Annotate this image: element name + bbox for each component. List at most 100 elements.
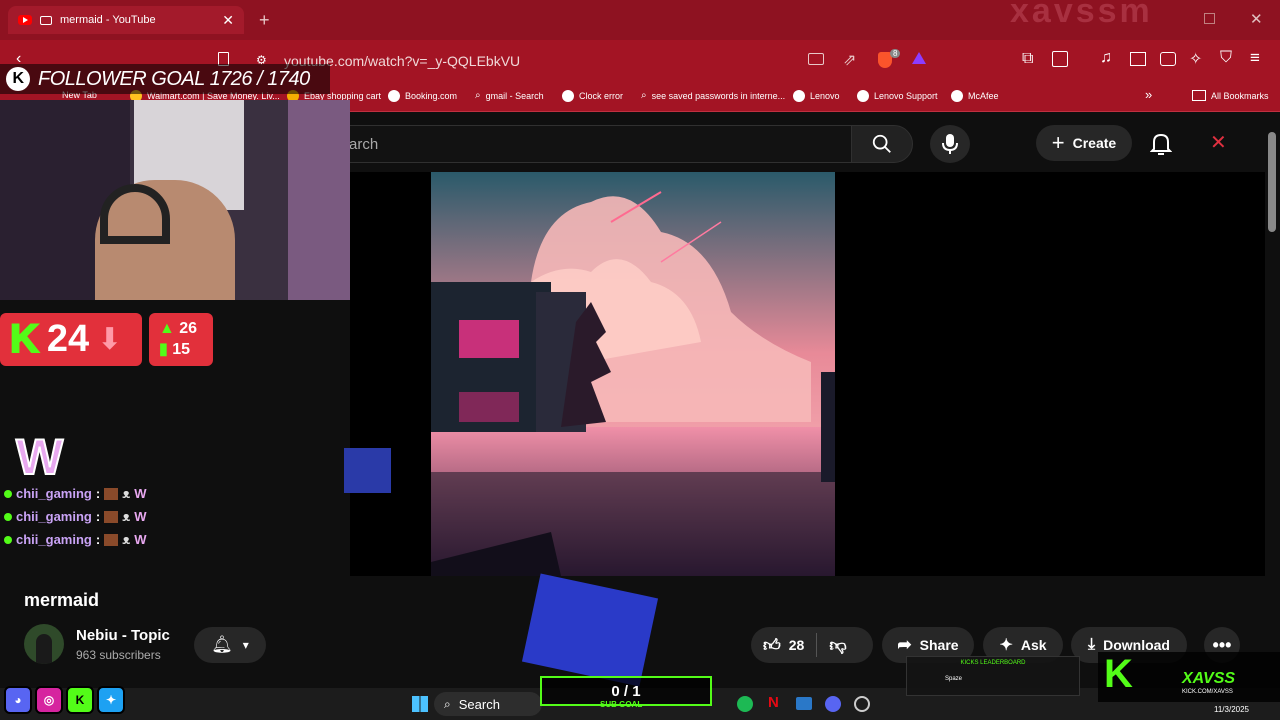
kick-logo-icon: K bbox=[6, 67, 30, 91]
sidebar-icon[interactable] bbox=[1130, 52, 1146, 66]
like-count: 28 bbox=[788, 637, 805, 653]
bookmark-item[interactable]: McAfee bbox=[951, 90, 999, 102]
sub-goal-label: SUB GOAL bbox=[600, 700, 643, 709]
search-icon: ⌕ bbox=[641, 90, 647, 101]
extensions-icon[interactable]: ⧉ bbox=[1022, 50, 1033, 68]
bookmark-item[interactable]: ⌕ see saved passwords in interne... bbox=[641, 90, 785, 101]
leaderboard-title: KICKS LEADERBOARD bbox=[960, 660, 1026, 666]
search-icon bbox=[872, 134, 891, 153]
globe-icon bbox=[562, 90, 574, 102]
obs-icon[interactable] bbox=[854, 696, 870, 712]
share-label: Share bbox=[919, 637, 959, 653]
globe-icon bbox=[388, 90, 400, 102]
bookmark-item[interactable]: ⌕ gmail - Search bbox=[475, 90, 544, 101]
close-tab-icon[interactable]: ✕ bbox=[222, 12, 234, 29]
window-watermark: xavssm bbox=[1010, 0, 1153, 30]
photos-icon[interactable] bbox=[796, 697, 812, 710]
voice-search-button[interactable] bbox=[930, 125, 970, 163]
taskbar-search[interactable]: ⌕ Search bbox=[434, 692, 542, 716]
ask-label: Ask bbox=[1020, 637, 1047, 653]
restore-window-icon[interactable] bbox=[1204, 13, 1215, 24]
follower-goal-text: FOLLOWER GOAL 1726 / 1740 bbox=[38, 67, 310, 90]
leaderboard-row: Spaze bbox=[945, 676, 963, 682]
close-window-icon[interactable]: ✕ bbox=[1250, 10, 1263, 28]
stat-up: 26 bbox=[179, 320, 198, 337]
chevron-down-icon: ▾ bbox=[242, 638, 249, 652]
globe-icon bbox=[857, 90, 869, 102]
like-button[interactable]: 👍︎ 28 👎︎ bbox=[751, 627, 873, 663]
bookmark-item[interactable]: Booking.com bbox=[388, 90, 457, 102]
taskbar-search-label: Search bbox=[458, 696, 500, 712]
emote-icon bbox=[104, 487, 119, 500]
browser-tab[interactable]: mermaid - YouTube ✕ bbox=[8, 6, 244, 34]
subscription-bell-button[interactable]: 🔔︎ ▾ bbox=[194, 627, 266, 663]
tab-title: mermaid - YouTube bbox=[60, 14, 156, 26]
follower-goal-banner: K FOLLOWER GOAL 1726 / 1740 bbox=[0, 64, 330, 94]
kicks-leaderboard: KICKS LEADERBOARD Spaze bbox=[906, 656, 1080, 696]
new-tab-button[interactable]: + bbox=[259, 10, 270, 31]
video-title: mermaid bbox=[24, 590, 100, 610]
netflix-icon[interactable]: N bbox=[768, 694, 779, 711]
download-icon: ⤓ bbox=[1088, 636, 1096, 653]
search-icon: ⌕ bbox=[475, 90, 481, 101]
stat-bars: 15 bbox=[172, 341, 191, 358]
w-emote: W bbox=[15, 428, 64, 486]
notifications-bell-icon[interactable] bbox=[1150, 132, 1172, 156]
pigeon-sticker bbox=[344, 448, 391, 493]
emote-icon bbox=[104, 510, 119, 523]
reader-icon[interactable] bbox=[1052, 51, 1068, 67]
social-icons-overlay: ◕ ◎ K ✦ bbox=[4, 686, 125, 714]
windows-start-icon[interactable] bbox=[412, 696, 428, 712]
search-icon: ⌕ bbox=[444, 696, 451, 711]
search-input[interactable]: arch bbox=[340, 125, 852, 163]
menu-icon[interactable]: ≡ bbox=[1250, 48, 1260, 68]
thumbs-down-icon[interactable]: 👎︎ bbox=[829, 635, 846, 656]
spotify-icon[interactable] bbox=[737, 696, 753, 712]
create-label: Create bbox=[1072, 135, 1117, 151]
channel-name[interactable]: Nebiu - Topic bbox=[76, 627, 170, 644]
subscriber-count: 963 subscribers bbox=[76, 648, 161, 662]
brave-rewards-icon[interactable] bbox=[912, 52, 926, 64]
cast-icon[interactable] bbox=[808, 53, 824, 65]
chat-message: chii_gaming: ᴥ W bbox=[4, 486, 146, 501]
wallet-icon[interactable] bbox=[1160, 52, 1176, 66]
chat-user-badge-icon bbox=[4, 535, 12, 544]
sparkle-icon: ✦ bbox=[999, 637, 1013, 654]
all-bookmarks-button[interactable]: All Bookmarks bbox=[1192, 90, 1269, 101]
up-arrow-icon: ▲ bbox=[159, 320, 180, 337]
bookmark-item[interactable]: Lenovo bbox=[793, 90, 840, 102]
bookmark-item[interactable]: Lenovo Support bbox=[857, 90, 938, 102]
create-button[interactable]: + Create bbox=[1036, 125, 1132, 161]
folder-icon bbox=[1192, 90, 1206, 101]
channel-avatar[interactable] bbox=[24, 624, 64, 664]
bookmark-item[interactable]: Clock error bbox=[562, 90, 623, 102]
chat-message: chii_gaming: ᴥ W bbox=[4, 509, 146, 524]
vpn-icon[interactable]: ⛉ bbox=[1220, 49, 1232, 67]
download-label: Download bbox=[1103, 637, 1170, 653]
video-thumbnail-artwork bbox=[431, 172, 835, 576]
search-button[interactable] bbox=[851, 125, 913, 163]
discord-taskbar-icon[interactable] bbox=[825, 696, 841, 712]
webcam-poster bbox=[288, 100, 350, 300]
youtube-favicon-icon bbox=[18, 15, 32, 25]
streamer-webcam bbox=[0, 100, 350, 300]
search-placeholder: arch bbox=[349, 136, 379, 153]
leo-ai-icon[interactable]: ✧ bbox=[1189, 49, 1202, 69]
stream-stats-box: ▲ 26 ▮ 15 bbox=[149, 313, 213, 366]
globe-icon bbox=[951, 90, 963, 102]
viewer-count-box: K 24 ⬇ bbox=[0, 313, 142, 366]
taskbar-date: 11/3/2025 bbox=[1214, 705, 1249, 714]
globe-icon bbox=[793, 90, 805, 102]
avatar-figure bbox=[36, 634, 52, 664]
divider bbox=[816, 633, 818, 657]
brand-kick-icon: K bbox=[1104, 652, 1133, 696]
more-bookmarks-icon[interactable]: » bbox=[1145, 87, 1152, 102]
music-icon[interactable]: ♫ bbox=[1100, 49, 1112, 67]
share-icon: ➦ bbox=[897, 635, 912, 654]
close-icon[interactable]: ✕ bbox=[1210, 130, 1227, 155]
brand-name: XAVSS bbox=[1182, 670, 1236, 687]
share-page-icon[interactable]: ⇗ bbox=[843, 50, 856, 70]
kick-logo-icon: K bbox=[9, 316, 40, 362]
page-scrollbar[interactable] bbox=[1268, 132, 1276, 232]
sub-goal-widget: 0 / 1 SUB GOAL bbox=[540, 676, 712, 709]
